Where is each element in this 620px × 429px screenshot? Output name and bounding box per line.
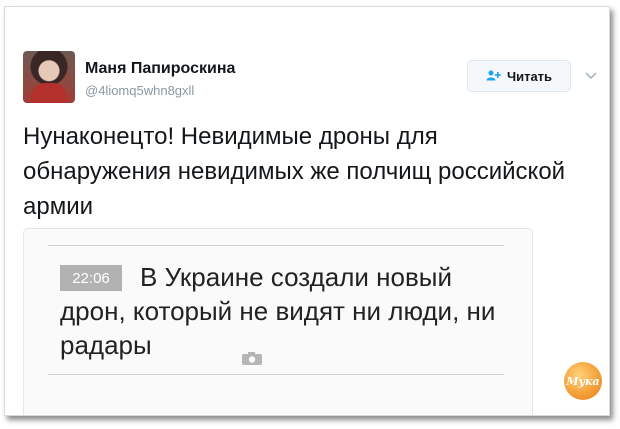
divider bbox=[48, 245, 504, 246]
tweet-screenshot-frame: Маня Папироскина @4liomq5whn8gxll Читать… bbox=[4, 6, 610, 416]
watermark-logo: Мука bbox=[564, 362, 602, 400]
avatar[interactable] bbox=[23, 51, 75, 103]
follow-button-label: Читать bbox=[506, 68, 553, 84]
tweet-text: Нунаконецто! Невидимые дроны для обнаруж… bbox=[23, 123, 566, 220]
avatar-figure bbox=[31, 83, 67, 103]
divider bbox=[48, 374, 504, 375]
author-name[interactable]: Маня Папироскина bbox=[85, 60, 235, 78]
follow-button[interactable]: Читать bbox=[467, 60, 571, 92]
watermark-text: Мука bbox=[566, 374, 600, 388]
news-time-badge: 22:06 bbox=[60, 265, 122, 291]
chevron-down-icon[interactable] bbox=[585, 67, 597, 83]
person-plus-icon bbox=[486, 69, 501, 84]
embedded-news-card[interactable]: В Украине создали новый дрон, который не… bbox=[23, 228, 533, 415]
author-handle[interactable]: @4liomq5whn8gxll bbox=[85, 83, 194, 98]
news-headline-text: В Украине создали новый дрон, который не… bbox=[60, 262, 496, 360]
camera-icon bbox=[162, 339, 262, 365]
news-headline: В Украине создали новый дрон, который не… bbox=[60, 260, 520, 365]
